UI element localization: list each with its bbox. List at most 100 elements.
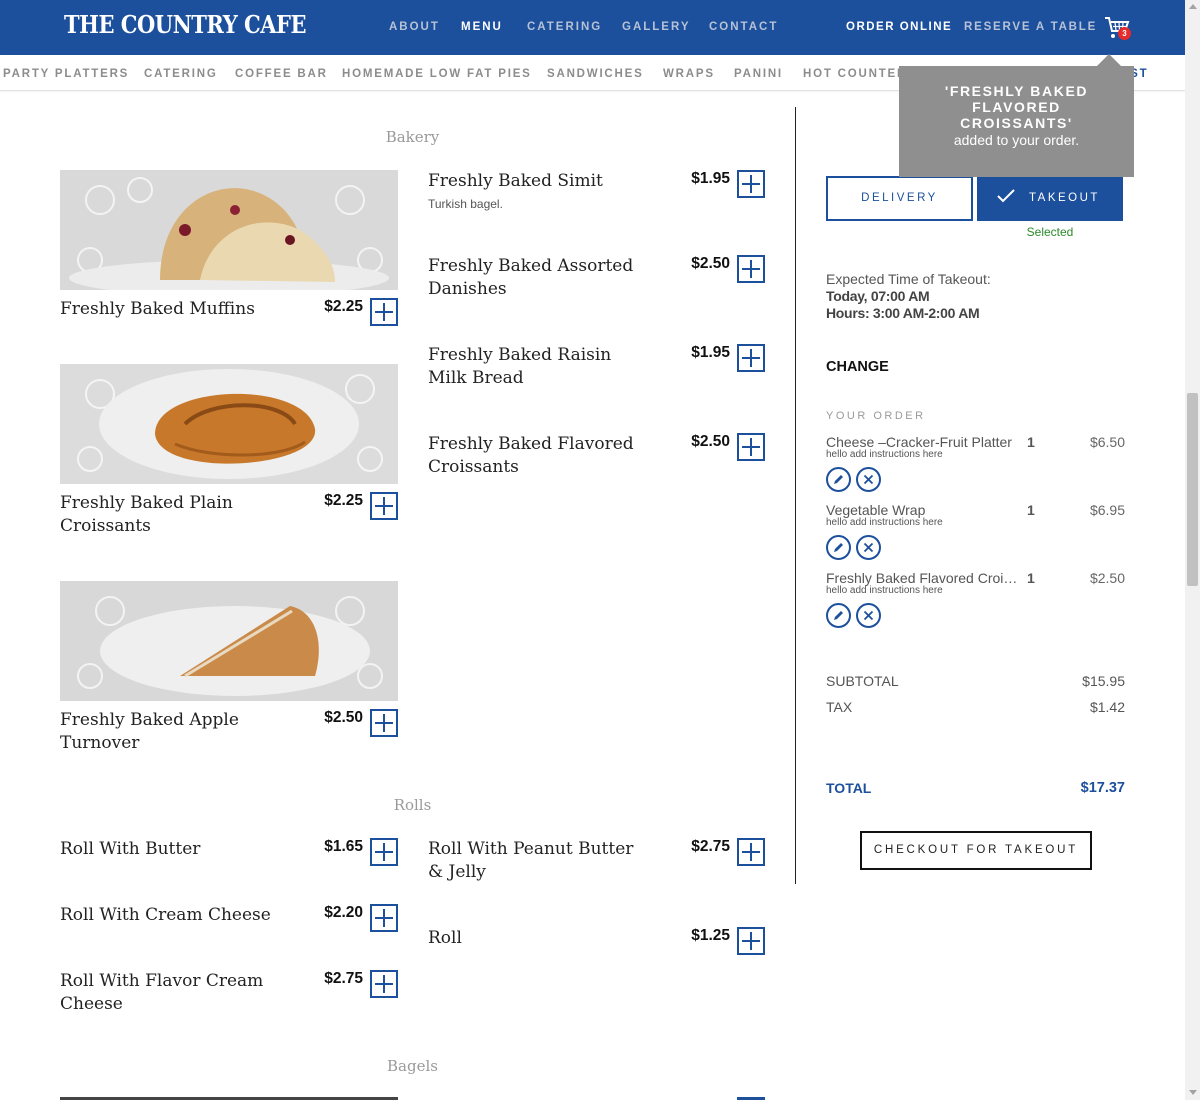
add-to-order-button[interactable] (737, 927, 765, 955)
section-title-rolls: Rolls (393, 796, 432, 814)
plus-icon (375, 303, 393, 321)
selected-indicator: Selected (1026, 225, 1074, 239)
croissant-photo (60, 364, 398, 484)
nav-about[interactable]: ABOUT (389, 21, 440, 33)
add-to-order-button[interactable] (737, 433, 765, 461)
edit-item-button[interactable] (826, 603, 851, 628)
item-description-simit: Turkish bagel. (428, 197, 503, 211)
edit-item-button[interactable] (826, 467, 851, 492)
your-order-heading: YOUR ORDER (826, 410, 926, 422)
item-name-flavored-croissants[interactable]: Freshly Baked Flavored Croissants (428, 433, 648, 479)
plus-icon (742, 175, 760, 193)
plus-icon (742, 438, 760, 456)
category-low-fat-pies[interactable]: HOMEMADE LOW FAT PIES (342, 68, 532, 80)
add-to-order-button[interactable] (370, 904, 398, 932)
scroll-down-arrow[interactable] (1189, 1090, 1197, 1095)
category-sandwiches[interactable]: SANDWICHES (547, 68, 644, 80)
section-title-bakery: Bakery (385, 128, 440, 146)
add-to-order-button[interactable] (370, 838, 398, 866)
nav-gallery[interactable]: GALLERY (622, 21, 691, 33)
close-icon (863, 474, 874, 485)
item-name-simit[interactable]: Freshly Baked Simit (428, 170, 648, 193)
expected-time-label: Expected Time of Takeout: (826, 271, 991, 287)
plus-icon (742, 932, 760, 950)
reserve-table-link[interactable]: RESERVE A TABLE (964, 21, 1097, 33)
tax-label: TAX (826, 699, 853, 715)
item-name-roll-butter[interactable]: Roll With Butter (60, 838, 310, 861)
item-price-flavored-croissants: $2.50 (691, 433, 730, 450)
category-wraps[interactable]: WRAPS (663, 68, 715, 80)
subtotal-value: $15.95 (1082, 673, 1125, 689)
item-price-roll-flavor-cream-cheese: $2.75 (324, 970, 363, 987)
total-label: TOTAL (826, 780, 872, 796)
checkout-button[interactable]: CHECKOUT FOR TAKEOUT (860, 831, 1092, 870)
tax-value: $1.42 (1089, 699, 1125, 715)
plus-icon (742, 349, 760, 367)
scrollbar-thumb[interactable] (1187, 393, 1198, 586)
item-price-raisin-milk-bread: $1.95 (691, 344, 730, 361)
item-name-roll-cream-cheese[interactable]: Roll With Cream Cheese (60, 904, 310, 927)
pencil-icon (834, 611, 843, 620)
total-value: $17.37 (1080, 780, 1125, 796)
category-catering[interactable]: CATERING (144, 68, 218, 80)
item-name-muffins[interactable]: Freshly Baked Muffins (60, 298, 310, 321)
order-item-name: Cheese –Cracker-Fruit Platter (826, 434, 1012, 450)
add-to-order-button[interactable] (370, 298, 398, 326)
item-price-simit: $1.95 (691, 170, 730, 187)
add-to-order-button[interactable] (737, 170, 765, 198)
order-item-price: $6.50 (1089, 434, 1125, 450)
item-name-assorted-danishes[interactable]: Freshly Baked Assorted Danishes (428, 255, 648, 301)
plus-icon (742, 843, 760, 861)
site-logo[interactable]: THE COUNTRY CAFE (64, 10, 306, 39)
remove-item-button[interactable] (856, 603, 881, 628)
plus-icon (375, 843, 393, 861)
item-name-roll-pbj[interactable]: Roll With Peanut Butter & Jelly (428, 838, 643, 884)
add-to-order-button[interactable] (737, 255, 765, 283)
plus-icon (375, 714, 393, 732)
category-hot-counter[interactable]: HOT COUNTER (803, 68, 907, 80)
item-price-roll-pbj: $2.75 (691, 838, 730, 855)
category-panini[interactable]: PANINI (734, 68, 783, 80)
plus-icon (375, 975, 393, 993)
muffin-photo (60, 170, 398, 290)
order-item-note: hello add instructions here (826, 517, 943, 528)
item-name-roll-flavor-cream-cheese[interactable]: Roll With Flavor Cream Cheese (60, 970, 270, 1016)
add-to-order-button[interactable] (370, 709, 398, 737)
nav-catering[interactable]: CATERING (527, 21, 602, 33)
section-title-bagels: Bagels (387, 1057, 438, 1075)
scroll-up-arrow[interactable] (1189, 4, 1197, 9)
order-item-name: Vegetable Wrap (826, 502, 926, 518)
change-link[interactable]: CHANGE (826, 359, 889, 375)
item-price-assorted-danishes: $2.50 (691, 255, 730, 272)
category-party-platters[interactable]: PARTY PLATTERS (3, 68, 129, 80)
item-price-roll-cream-cheese: $2.20 (324, 904, 363, 921)
item-name-apple-turnover[interactable]: Freshly Baked Apple Turnover (60, 709, 270, 755)
nav-menu[interactable]: MENU (461, 21, 503, 33)
delivery-button[interactable]: DELIVERY (826, 176, 973, 221)
close-icon (863, 610, 874, 621)
remove-item-button[interactable] (856, 467, 881, 492)
toast-message: added to your order. (953, 132, 1080, 148)
item-price-roll-butter: $1.65 (324, 838, 363, 855)
category-coffee-bar[interactable]: COFFEE BAR (235, 68, 328, 80)
item-name-roll[interactable]: Roll (428, 927, 643, 950)
remove-item-button[interactable] (856, 535, 881, 560)
add-to-order-button[interactable] (370, 970, 398, 998)
order-item-price: $6.95 (1089, 502, 1125, 518)
order-online-link[interactable]: ORDER ONLINE (846, 21, 952, 33)
add-to-order-button[interactable] (737, 344, 765, 372)
nav-contact[interactable]: CONTACT (709, 21, 778, 33)
add-to-order-button[interactable] (737, 838, 765, 866)
takeout-button[interactable]: TAKEOUT (977, 176, 1123, 221)
pencil-icon (834, 475, 843, 484)
apple-turnover-photo (60, 581, 398, 701)
edit-item-button[interactable] (826, 535, 851, 560)
add-to-order-button[interactable] (370, 492, 398, 520)
column-divider (795, 107, 796, 884)
item-name-raisin-milk-bread[interactable]: Freshly Baked Raisin Milk Bread (428, 344, 648, 390)
order-item-qty: 1 (1027, 434, 1035, 450)
hours-text: Hours: 3:00 AM-2:00 AM (826, 305, 980, 321)
plus-icon (375, 497, 393, 515)
plus-icon (375, 909, 393, 927)
item-name-plain-croissants[interactable]: Freshly Baked Plain Croissants (60, 492, 270, 538)
